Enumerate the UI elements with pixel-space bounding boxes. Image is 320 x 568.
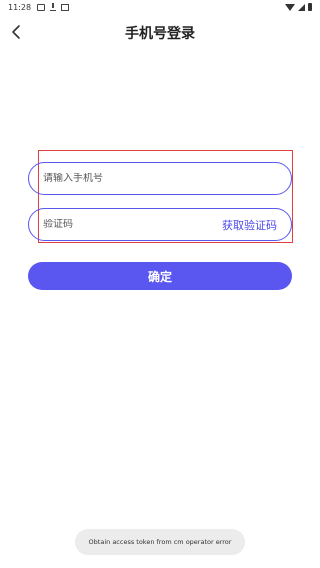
phone-input[interactable] <box>43 173 277 184</box>
status-left: 11:28 <box>8 2 70 12</box>
notification-icon <box>61 3 70 11</box>
signal-icon <box>298 3 305 11</box>
confirm-button[interactable]: 确定 <box>28 262 292 290</box>
status-right <box>285 3 312 11</box>
status-notification-icons <box>37 3 70 11</box>
get-code-button[interactable]: 获取验证码 <box>222 217 277 233</box>
status-bar: 11:28 <box>0 0 320 14</box>
toast-message: Obtain access token from cm operator err… <box>75 529 245 555</box>
status-time: 11:28 <box>8 2 32 12</box>
download-icon <box>50 3 57 11</box>
page-title: 手机号登录 <box>125 26 195 42</box>
image-icon <box>37 3 46 11</box>
wifi-icon <box>285 3 295 11</box>
verification-code-input[interactable] <box>43 219 222 230</box>
phone-field[interactable] <box>28 162 292 195</box>
verification-code-field[interactable]: 获取验证码 <box>28 208 292 241</box>
nav-bar: 手机号登录 <box>0 14 320 50</box>
battery-icon <box>308 3 312 11</box>
